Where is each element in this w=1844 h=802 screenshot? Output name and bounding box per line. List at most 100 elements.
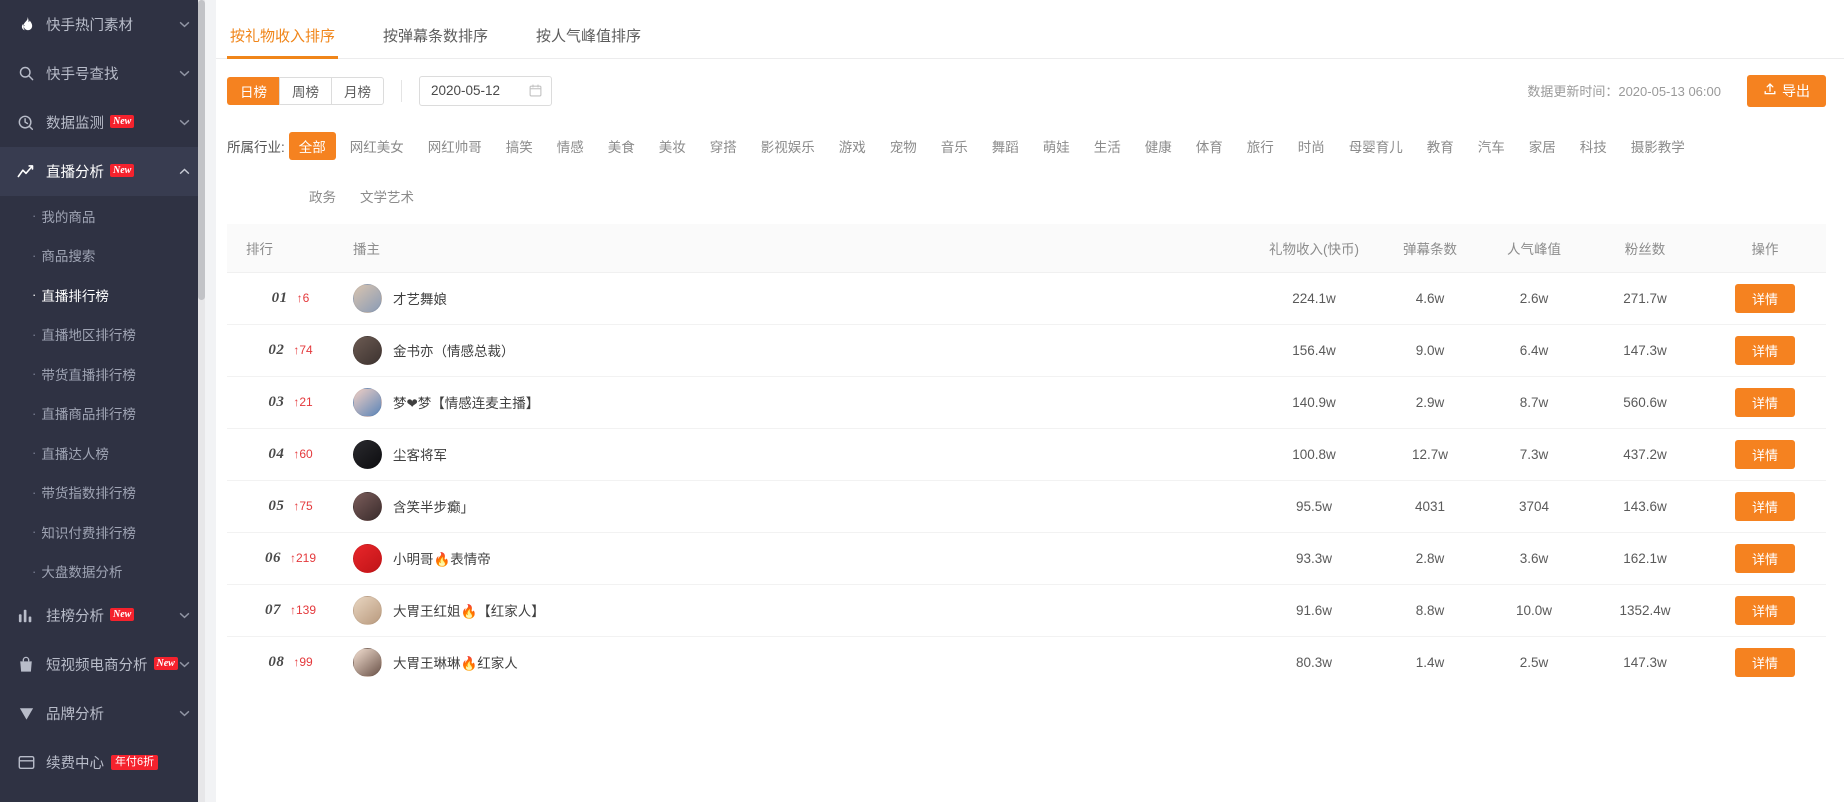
industry-chip-outfit[interactable]: 穿搭 — [700, 132, 747, 160]
industry-chip-fashion[interactable]: 时尚 — [1288, 132, 1335, 160]
sidebar-group-renew-center[interactable]: 续费中心 年付6折 — [0, 738, 205, 787]
industry-chip-auto[interactable]: 汽车 — [1468, 132, 1515, 160]
period-daily-button[interactable]: 日榜 — [227, 76, 279, 105]
cell-fans: 162.1w — [1586, 532, 1704, 585]
industry-chip-all[interactable]: 全部 — [288, 132, 336, 160]
host-cell[interactable]: 金书亦（情感总裁） — [353, 335, 1250, 365]
detail-button[interactable]: 详情 — [1734, 647, 1795, 677]
industry-chip-funny[interactable]: 搞笑 — [496, 132, 543, 160]
detail-button[interactable]: 详情 — [1734, 335, 1795, 365]
period-weekly-button[interactable]: 周榜 — [279, 76, 331, 105]
sidebar-group-board-analysis[interactable]: 挂榜分析 New — [0, 591, 205, 640]
sidebar-item-live-talent-rank[interactable]: · 直播达人榜 — [0, 433, 205, 473]
host-name: 含笑半步癫」 — [393, 500, 474, 515]
host-cell[interactable]: 小明哥🔥表情帝 — [353, 543, 1250, 573]
table-row: 02 ↑74 金书亦（情感总裁） 156.4w 9.0w 6.4w 147.3w 详情 — [227, 324, 1826, 377]
period-monthly-button[interactable]: 月榜 — [331, 76, 384, 105]
sidebar-group-hot-material[interactable]: 快手热门素材 — [0, 0, 205, 49]
cell-peak-popularity: 10.0w — [1482, 584, 1586, 637]
cell-host: 大胃王红姐🔥【红家人】 — [335, 584, 1250, 637]
app-root: 快手热门素材 快手号查找 数据监测 New 直播分析 New · 我的商品 · … — [0, 0, 1844, 802]
industry-chip-health[interactable]: 健康 — [1135, 132, 1182, 160]
sidebar-item-live-region-rank[interactable]: · 直播地区排行榜 — [0, 315, 205, 355]
host-name: 金书亦（情感总裁） — [393, 344, 515, 359]
sidebar-scrollbar[interactable] — [198, 0, 205, 802]
sidebar-group-live-analysis[interactable]: 直播分析 New — [0, 147, 205, 196]
industry-chip-net-handsome[interactable]: 网红帅哥 — [418, 132, 492, 160]
industry-chip-travel[interactable]: 旅行 — [1237, 132, 1284, 160]
rank-table-body: 01 ↑6 才艺舞娘 224.1w 4.6w 2.6w 271.7w 详情 02 ↑74 金书亦（情… — [227, 272, 1826, 688]
sidebar-scrollbar-thumb[interactable] — [198, 0, 205, 300]
industry-chip-education[interactable]: 教育 — [1417, 132, 1464, 160]
host-cell[interactable]: 大胃王琳琳🔥红家人 — [353, 647, 1250, 677]
cell-danmu-count: 4031 — [1378, 480, 1482, 533]
sidebar-group-label: 续费中心 — [46, 756, 104, 772]
bag-icon — [16, 656, 36, 673]
rank-change: ↑6 — [296, 290, 310, 305]
host-cell[interactable]: 才艺舞娘 — [353, 283, 1250, 313]
sidebar-item-my-goods[interactable]: · 我的商品 — [0, 196, 205, 236]
sidebar-item-live-goods-rank[interactable]: · 直播商品排行榜 — [0, 394, 205, 434]
detail-button[interactable]: 详情 — [1734, 439, 1795, 469]
sidebar-item-goods-live-rank[interactable]: · 带货直播排行榜 — [0, 354, 205, 394]
sidebar-group-brand-analysis[interactable]: 品牌分析 — [0, 689, 205, 738]
detail-button[interactable]: 详情 — [1734, 387, 1795, 417]
industry-chip-game[interactable]: 游戏 — [829, 132, 876, 160]
rank-table: 排行 播主 礼物收入(快币) 弹幕条数 人气峰值 粉丝数 操作 01 ↑6 才艺舞娘… — [227, 224, 1826, 688]
cell-gift-income: 100.8w — [1250, 428, 1378, 481]
sidebar-item-live-rank[interactable]: · 直播排行榜 — [0, 275, 205, 315]
sidebar-group-label: 快手热门素材 — [46, 18, 133, 34]
industry-chip-cute-baby[interactable]: 萌娃 — [1033, 132, 1080, 160]
sidebar-group-account-search[interactable]: 快手号查找 — [0, 49, 205, 98]
host-cell[interactable]: 梦❤梦【情感连麦主播】 — [353, 387, 1250, 417]
industry-chip-government[interactable]: 政务 — [299, 182, 346, 210]
industry-chip-tech[interactable]: 科技 — [1570, 132, 1617, 160]
host-cell[interactable]: 尘客将军 — [353, 439, 1250, 469]
industry-chip-life[interactable]: 生活 — [1084, 132, 1131, 160]
date-picker[interactable]: 2020-05-12 — [419, 75, 552, 106]
detail-button[interactable]: 详情 — [1734, 283, 1795, 313]
cell-action: 详情 — [1704, 636, 1826, 688]
host-cell[interactable]: 含笑半步癫」 — [353, 491, 1250, 521]
tab-by-danmu-count[interactable]: 按弹幕条数排序 — [380, 25, 491, 58]
sidebar-group-short-video-ecom[interactable]: 短视频电商分析 New — [0, 640, 205, 689]
sidebar-item-label: 带货指数排行榜 — [41, 486, 136, 502]
sidebar-item-goods-search[interactable]: · 商品搜索 — [0, 236, 205, 276]
industry-chip-emotion[interactable]: 情感 — [547, 132, 594, 160]
rank-number: 04 — [268, 445, 285, 462]
industry-chip-food[interactable]: 美食 — [598, 132, 645, 160]
host-cell[interactable]: 大胃王红姐🔥【红家人】 — [353, 595, 1250, 625]
cell-action: 详情 — [1704, 324, 1826, 377]
detail-button[interactable]: 详情 — [1734, 595, 1795, 625]
industry-chip-photography[interactable]: 摄影教学 — [1621, 132, 1695, 160]
industry-chip-makeup[interactable]: 美妆 — [649, 132, 696, 160]
tab-by-gift-income[interactable]: 按礼物收入排序 — [227, 25, 339, 59]
avatar — [353, 543, 382, 573]
sidebar-item-market-data-analysis[interactable]: · 大盘数据分析 — [0, 552, 205, 592]
industry-chip-music[interactable]: 音乐 — [931, 132, 978, 160]
industry-chip-parenting[interactable]: 母婴育儿 — [1339, 132, 1413, 160]
cell-peak-popularity: 6.4w — [1482, 324, 1586, 377]
sidebar-item-knowledge-pay-rank[interactable]: · 知识付费排行榜 — [0, 512, 205, 552]
industry-chip-film-ent[interactable]: 影视娱乐 — [751, 132, 825, 160]
export-button[interactable]: 导出 — [1747, 74, 1826, 107]
industry-chip-dance[interactable]: 舞蹈 — [982, 132, 1029, 160]
industry-chip-sports[interactable]: 体育 — [1186, 132, 1233, 160]
cell-gift-income: 156.4w — [1250, 324, 1378, 377]
rank-table-head: 排行 播主 礼物收入(快币) 弹幕条数 人气峰值 粉丝数 操作 — [227, 224, 1826, 273]
industry-chip-pet[interactable]: 宠物 — [880, 132, 927, 160]
chevron-down-icon — [177, 67, 191, 81]
tab-by-peak-popularity[interactable]: 按人气峰值排序 — [533, 25, 644, 58]
sidebar-item-goods-index-rank[interactable]: · 带货指数排行榜 — [0, 473, 205, 513]
industry-chip-net-beauty[interactable]: 网红美女 — [340, 132, 414, 160]
rank-table-wrapper: 排行 播主 礼物收入(快币) 弹幕条数 人气峰值 粉丝数 操作 01 ↑6 才艺舞娘… — [216, 224, 1844, 688]
cell-fans: 147.3w — [1623, 654, 1667, 670]
bullet-icon: · — [32, 484, 37, 500]
export-button-label: 导出 — [1782, 82, 1810, 99]
industry-chip-home[interactable]: 家居 — [1519, 132, 1566, 160]
industry-chip-literature-art[interactable]: 文学艺术 — [350, 182, 424, 210]
detail-button[interactable]: 详情 — [1734, 491, 1795, 521]
table-row: 07 ↑139 大胃王红姐🔥【红家人】 91.6w 8.8w 10.0w 1352.4w 详情 — [227, 584, 1826, 637]
detail-button[interactable]: 详情 — [1734, 543, 1795, 573]
sidebar-group-data-monitor[interactable]: 数据监测 New — [0, 98, 205, 147]
